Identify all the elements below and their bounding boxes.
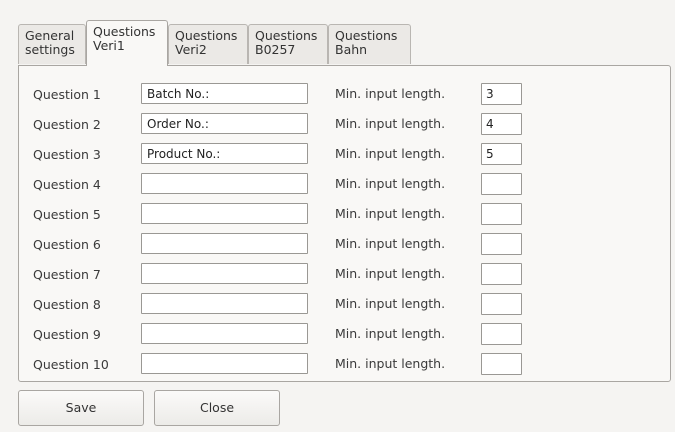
tab-label-line2: B0257 <box>255 42 296 57</box>
question-row: Question 7 Min. input length. <box>19 263 670 287</box>
question-6-min-length-input[interactable] <box>481 233 522 255</box>
min-length-label: Min. input length. <box>335 296 446 311</box>
question-label: Question 9 <box>33 327 101 342</box>
min-length-label: Min. input length. <box>335 146 446 161</box>
question-7-min-length-input[interactable] <box>481 263 522 285</box>
min-length-label: Min. input length. <box>335 236 446 251</box>
question-9-min-length-input[interactable] <box>481 323 522 345</box>
question-label: Question 8 <box>33 297 101 312</box>
tab-label-line2: settings <box>25 42 75 57</box>
question-2-input[interactable] <box>141 113 308 134</box>
tab-questions-veri1[interactable]: Questions Veri1 <box>86 20 168 66</box>
min-length-label: Min. input length. <box>335 86 446 101</box>
question-5-input[interactable] <box>141 203 308 224</box>
question-label: Question 3 <box>33 147 101 162</box>
tab-questions-veri2[interactable]: Questions Veri2 <box>168 24 248 64</box>
question-9-input[interactable] <box>141 323 308 344</box>
question-label: Question 10 <box>33 357 109 372</box>
question-label: Question 5 <box>33 207 101 222</box>
question-label: Question 2 <box>33 117 101 132</box>
min-length-label: Min. input length. <box>335 266 446 281</box>
question-row: Question 9 Min. input length. <box>19 323 670 347</box>
question-row: Question 6 Min. input length. <box>19 233 670 257</box>
tab-label-line2: Bahn <box>335 42 368 57</box>
question-3-min-length-input[interactable] <box>481 143 522 165</box>
tab-general-settings[interactable]: General settings <box>18 24 86 64</box>
question-7-input[interactable] <box>141 263 308 284</box>
tab-questions-bahn[interactable]: Questions Bahn <box>328 24 411 64</box>
min-length-label: Min. input length. <box>335 116 446 131</box>
question-row: Question 1 Min. input length. <box>19 83 670 107</box>
question-1-input[interactable] <box>141 83 308 104</box>
min-length-label: Min. input length. <box>335 326 446 341</box>
question-1-min-length-input[interactable] <box>481 83 522 105</box>
question-row: Question 4 Min. input length. <box>19 173 670 197</box>
tab-label-line2: Veri1 <box>93 38 125 53</box>
min-length-label: Min. input length. <box>335 176 446 191</box>
question-5-min-length-input[interactable] <box>481 203 522 225</box>
question-row: Question 10 Min. input length. <box>19 353 670 377</box>
question-row: Question 8 Min. input length. <box>19 293 670 317</box>
question-2-min-length-input[interactable] <box>481 113 522 135</box>
questions-panel: Question 1 Min. input length. Question 2… <box>18 65 671 382</box>
tab-label-line1: Questions <box>175 28 238 43</box>
tab-label-line1: Questions <box>335 28 398 43</box>
min-length-label: Min. input length. <box>335 206 446 221</box>
question-6-input[interactable] <box>141 233 308 254</box>
question-4-input[interactable] <box>141 173 308 194</box>
question-label: Question 7 <box>33 267 101 282</box>
question-label: Question 1 <box>33 87 101 102</box>
question-row: Question 5 Min. input length. <box>19 203 670 227</box>
tab-label-line1: Questions <box>93 24 156 39</box>
tab-label-line1: Questions <box>255 28 318 43</box>
question-label: Question 6 <box>33 237 101 252</box>
question-10-input[interactable] <box>141 353 308 374</box>
save-button[interactable]: Save <box>18 390 144 426</box>
tab-questions-b0257[interactable]: Questions B0257 <box>248 24 328 64</box>
question-row: Question 3 Min. input length. <box>19 143 670 167</box>
question-3-input[interactable] <box>141 143 308 164</box>
question-8-input[interactable] <box>141 293 308 314</box>
close-button[interactable]: Close <box>154 390 280 426</box>
min-length-label: Min. input length. <box>335 356 446 371</box>
question-row: Question 2 Min. input length. <box>19 113 670 137</box>
question-4-min-length-input[interactable] <box>481 173 522 195</box>
tab-label-line2: Veri2 <box>175 42 207 57</box>
question-label: Question 4 <box>33 177 101 192</box>
tab-label-line1: General <box>25 28 75 43</box>
question-8-min-length-input[interactable] <box>481 293 522 315</box>
question-10-min-length-input[interactable] <box>481 353 522 375</box>
